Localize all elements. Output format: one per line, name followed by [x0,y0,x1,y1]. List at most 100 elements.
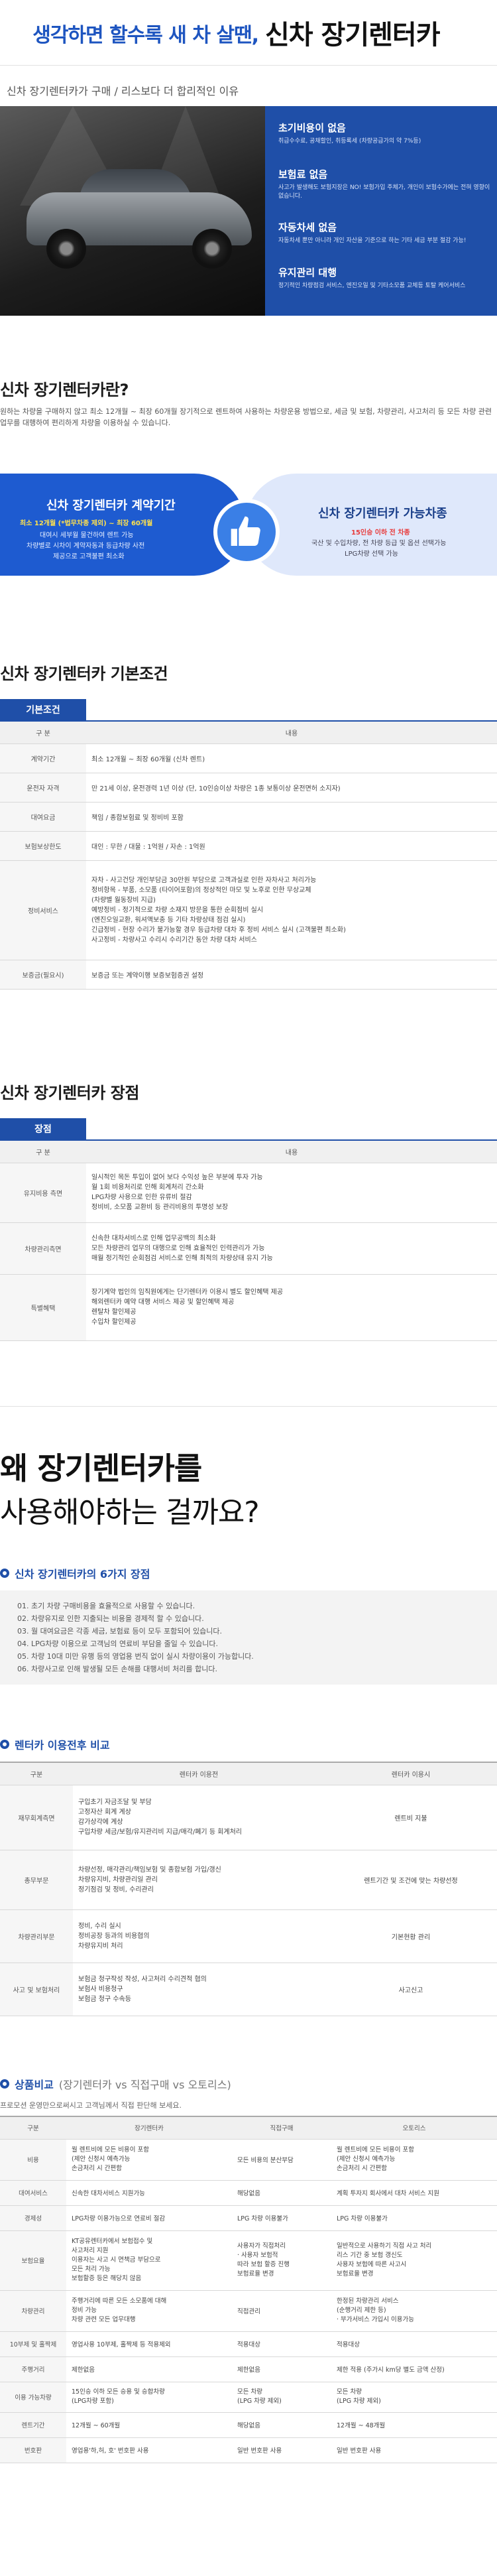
table-row: 차량관리 주행거리에 따른 모든 소모품에 대해 정비 가능 차량 관련 모든 업무대… [0,2289,497,2332]
table-row: 대여서비스 신속한 대차서비스 지원가능 해당없음 계획 투자지 회사에서 대차 서비… [0,2179,497,2206]
tab-merit[interactable]: 장점 [0,1118,86,1139]
feature-item: 초기비용이 없음 취급수수료, 공채할인, 취등록세 (차량공급가의 약 7%등… [278,121,490,146]
tab-basic[interactable]: 기본조건 [0,699,86,720]
col-header: 구분 [0,1762,73,1785]
table-row: 대여요금 책임 / 종합보험료 및 정비비 포함 [0,801,497,832]
feature-desc: 사고가 발생해도 보험지장은 NO! 보험가입 주체가, 개인이 보험수가에는 … [278,184,490,200]
feature-list: 초기비용이 없음 취급수수료, 공채할인, 취등록세 (차량공급가의 약 7%등… [265,106,497,316]
why-heading-2: 사용해야하는 걸까요? [0,1496,260,1529]
pill-highlight: 15인승 이하 전 차종 [351,529,410,537]
table-row: 10부제 및 홀짝제 영업사용 10부제, 홀짝제 등 적용제외 적용대상 적용대상 [0,2331,497,2357]
table-row: 번호판 영업용'하,허, 호' 번호판 사용 일반 번호판 사용 일반 번호판 사용 [0,2437,497,2463]
row-label: 대여요금 [0,801,86,832]
row-value: 보증금 또는 계약이행 보증보험증권 설정 [86,959,497,990]
contract-period-card: 신차 장기렌터카 계약기간 최소 12개월 (*법무차종 제외) ~ 최장 60… [0,474,245,576]
pill-text: LPG차량 선택 가능 [345,550,398,558]
row-value: 최소 12개월 ~ 최장 60개월 (신차 렌트) [86,743,497,773]
divider [0,65,497,66]
pill-text: 제공으로 고객불편 최소화 [53,553,125,560]
feature-panel: 초기비용이 없음 취급수수료, 공채할인, 취등록세 (차량공급가의 약 7%등… [0,106,497,316]
list-item: 01. 초기 차량 구매비용을 효율적으로 사용할 수 있습니다. [17,1602,195,1610]
hero-left-text: 생각하면 할수록 새 차 살땐, [32,24,259,47]
hero-right-text: 신차 장기렌터카 [265,20,441,50]
table-row: 차량관리측면 신속한 대차서비스로 인해 업무공백의 최소화 모든 차량관리 업무… [0,1222,497,1275]
pill-title: 신차 장기렌터카 계약기간 [46,499,176,513]
row-value: 신속한 대차서비스로 인해 업무공백의 최소화 모든 차량관리 업무의 대행으로 … [86,1222,497,1275]
row-value: 렌트비 지불 [325,1784,497,1850]
row-label: 유지비용 측면 [0,1162,86,1223]
row-label: 특별혜택 [0,1273,86,1341]
row-value: 기본현황 관리 [325,1909,497,1963]
row-label: 차량관리측면 [0,1222,86,1275]
row-value: 사고신고 [325,1962,497,2016]
row-value: 차량선정, 매각관리/책임보험 및 종합보험 가입/갱신 차량유지비, 차량관리일… [73,1849,325,1910]
divider [0,1406,497,1407]
section-heading: 신차 장기렌터카 기본조건 [0,665,168,683]
row-value: 만 21세 이상, 운전경력 1년 이상 (단, 10인승이상 차량은 1종 보… [86,772,497,803]
col-header: 렌터카 이용전 [73,1762,325,1785]
feature-item: 유지관리 대행 정기적인 차량점검 서비스, 엔진오일 및 기타소모품 교체등 … [278,265,490,290]
bullet-icon [0,1740,9,1749]
row-value: 보험금 청구작성 작성, 사고처리 수리견적 협의 보험사 비용청구 보험금 청구 … [73,1962,325,2016]
why-heading-1: 왜 장기렌터카를 [0,1450,202,1486]
list-item: 04. LPG차량 이용으로 고객님의 연료비 부담을 줄일 수 있습니다. [17,1640,219,1648]
bullet-icon [0,1569,9,1578]
feature-desc: 자동차세 뿐만 아니라 개인 자산을 기준으로 하는 기타 세금 부분 절감 가… [278,237,467,244]
product-title: 상품비교 (장기렌터카 vs 직접구매 vs 오토리스) [0,2076,231,2092]
list-item: 03. 월 대여요금은 각종 세금, 보험료 등이 모두 포함되어 있습니다. [17,1627,222,1636]
feature-desc: 정기적인 차량점검 서비스, 엔진오일 및 기타소모품 교체등 토탈 케어서비스 [278,283,466,289]
table-row: 차량관리부문 정비, 수리 실시 정비공장 등과의 비용협의 차량유지비 처리 기본… [0,1909,497,1963]
row-value: 장기계약 법인의 임직원에게는 단기렌터카 이용시 별도 할인혜택 제공 해외렌터… [86,1273,497,1341]
feature-title: 초기비용이 없음 [278,122,346,134]
table-row: 이용 가능차량 15인승 이하 모든 승용 및 승합차량 (LPG차량 포함) 모든 … [0,2381,497,2413]
feature-desc: 취급수수료, 공채할인, 취등록세 (차량공급가의 약 7%등) [278,138,421,145]
col-header: 직접구매 [232,2116,331,2140]
row-label: 재무회계측면 [0,1784,73,1850]
bullet-icon [0,2079,9,2089]
row-label: 사고 및 보험처리 [0,1962,73,2016]
col-header: 구 분 [0,720,86,744]
list-item: 06. 차량사고로 인해 발생될 모든 손해를 대행서비 처리를 합니다. [17,1665,217,1673]
compare-table: 구분 렌터카 이용전 렌터카 이용시 재무회계측면 구입초기 자금조달 및 부담 고정… [0,1762,497,2016]
section-paragraph: 원하는 차량을 구매하지 않고 최소 12개월 ~ 최장 60개월 장기적으로 … [0,407,492,427]
pill-text: 대여시 세부월 물건하여 렌트 가능 [40,532,134,539]
row-label: 보증금(필요시) [0,959,86,990]
row-value: 자차 - 사고건당 개인부담금 30만원 부담으로 고객과실로 인한 자차사고 … [86,860,497,960]
row-value: 구입초기 자금조달 및 부담 고정자산 회계 계상 감가상각에 계상 구입차량 세금/… [73,1784,325,1850]
basic-table: 구 분 내용 계약기간 최소 12개월 ~ 최장 60개월 (신차 렌트) 운전자 … [0,720,497,990]
feature-item: 자동차세 없음 자동차세 뿐만 아니라 개인 자산을 기준으로 하는 기타 세금… [278,220,490,245]
table-row: 사고 및 보험처리 보험금 청구작성 작성, 사고처리 수리견적 협의 보험사 비… [0,1962,497,2016]
row-value: 렌트기간 및 조건에 맞는 차량선정 [325,1849,497,1910]
row-label: 정비서비스 [0,860,86,960]
col-header: 구 분 [0,1139,86,1163]
col-header: 오토리스 [331,2116,497,2140]
table-row: 운전자 자격 만 21세 이상, 운전경력 1년 이상 (단, 10인승이상 차량… [0,772,497,803]
table-row: 주행거리 제한없음 제한없음 제한 적용 (주가시 km당 별도 금액 산정) [0,2356,497,2382]
product-table: 구분 장기렌터카 직접구매 오토리스 비용 월 렌트비에 모든 비용이 포함 (제안 신청… [0,2116,497,2463]
feature-item: 보험료 없음 사고가 발생해도 보험지장은 NO! 보험가입 주체가, 개인이 … [278,167,490,201]
table-row: 정비서비스 자차 - 사고건당 개인부담금 30만원 부담으로 고객과실로 인한… [0,860,497,960]
col-header: 구분 [0,2116,66,2140]
car-image [0,106,265,316]
table-row: 보험보상한도 대인 : 무한 / 대물 : 1억원 / 자손 : 1억원 [0,830,497,861]
pill-highlight: 최소 12개월 (*법무차종 제외) ~ 최장 60개월 [20,520,153,527]
col-header: 내용 [86,720,497,744]
row-label: 운전자 자격 [0,772,86,803]
table-row: 계약기간 최소 12개월 ~ 최장 60개월 (신차 렌트) [0,743,497,773]
row-value: 책임 / 종합보험료 및 정비비 포함 [86,801,497,832]
row-value: 대인 : 무한 / 대물 : 1억원 / 자손 : 1억원 [86,830,497,861]
row-label: 차량관리부문 [0,1909,73,1963]
section-heading: 신차 장기렌터카란? [0,381,129,399]
table-row: 렌트기간 12개월 ~ 60개월 해당없음 12개월 ~ 48개월 [0,2412,497,2438]
col-header: 장기렌터카 [66,2116,232,2140]
vehicle-type-card: 신차 장기렌터카 가능차종 15인승 이하 전 차종 국산 및 수입차량, 전 … [245,474,497,576]
row-value: 일시적인 목돈 투입이 없어 보다 수익성 높은 부분에 투자 가능 월 1회 비… [86,1162,497,1223]
feature-title: 자동차세 없음 [278,222,337,233]
col-header: 내용 [86,1139,497,1163]
row-label: 총무부문 [0,1849,73,1910]
table-row: 유지비용 측면 일시적인 목돈 투입이 없어 보다 수익성 높은 부분에 투자 … [0,1162,497,1223]
list-item: 02. 차량유지로 인한 지출되는 비용을 경제적 할 수 있습니다. [17,1614,204,1623]
table-row: 총무부문 차량선정, 매각관리/책임보험 및 종합보험 가입/갱신 차량유지비, … [0,1849,497,1910]
row-value: 정비, 수리 실시 정비공장 등과의 비용협의 차량유지비 처리 [73,1909,325,1963]
pill-text: 국산 및 수입차량, 전 차량 등급 및 옵션 선택가능 [311,540,447,547]
